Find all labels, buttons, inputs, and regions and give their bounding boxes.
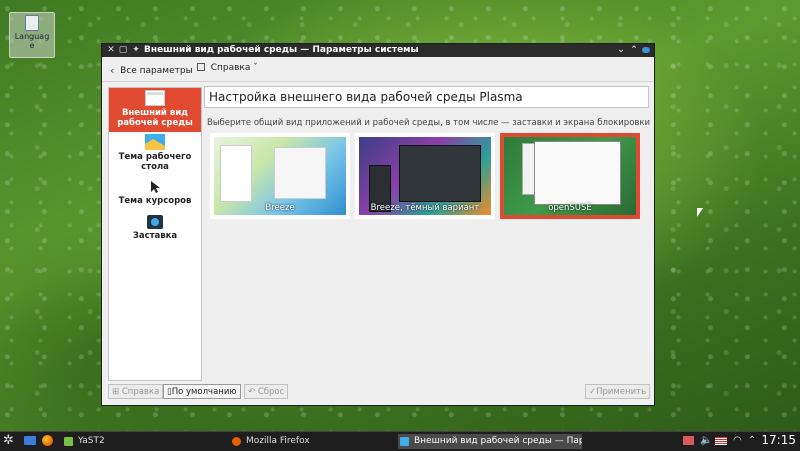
page-title: Настройка внешнего вида рабочей среды Pl… (204, 86, 649, 108)
help-button[interactable]: ⊞ Справка (108, 384, 164, 399)
back-button[interactable]: ‹ Все параметры (110, 63, 193, 77)
window-toolbar: ‹ Все параметры Справка ˇ (102, 57, 654, 82)
help-menu-button[interactable]: Справка ˇ (197, 63, 258, 73)
reset-button[interactable]: ↶ Сброс (244, 384, 289, 399)
help-button-label: Справка (121, 387, 160, 397)
reset-button-label: Сброс (257, 387, 285, 397)
yast-icon (64, 437, 73, 446)
sidebar-item-label: Тема рабочего стола (118, 152, 192, 172)
firefox-icon (232, 437, 241, 446)
splash-icon (147, 215, 163, 229)
mouse-cursor (697, 208, 703, 217)
theme-card-opensuse[interactable]: openSUSE (500, 133, 640, 219)
sidebar-item-cursor-theme[interactable]: Тема курсоров (109, 180, 201, 210)
chevron-down-icon: ˇ (253, 63, 258, 73)
task-label: Mozilla Firefox (246, 436, 310, 446)
desktop-theme-icon (145, 134, 165, 150)
apply-button[interactable]: ✓Применить (585, 384, 651, 399)
help-menu-label: Справка (210, 63, 251, 73)
theme-card-breeze[interactable]: Breeze (210, 133, 350, 219)
task-yast2[interactable]: YaST2 (62, 434, 238, 449)
task-system-settings[interactable]: Внешний вид рабочей среды — Пара (398, 434, 582, 449)
window-menu-icon[interactable]: ▢ (118, 45, 128, 55)
task-label: Внешний вид рабочей среды — Пара (414, 436, 582, 446)
toggle-icon[interactable] (642, 47, 650, 53)
clock[interactable]: 17:15 (761, 433, 796, 447)
pin-icon[interactable]: ✦ (131, 45, 141, 55)
clipboard-icon[interactable] (683, 436, 694, 445)
theme-name: Breeze, тёмный вариант (370, 203, 480, 213)
desktop-icon-label: Languag e (14, 32, 50, 50)
taskbar: ✲ YaST2 Mozilla Firefox Внешний вид рабо… (0, 431, 800, 451)
cursor-icon (151, 181, 160, 193)
document-icon (25, 15, 39, 31)
window-title: Внешний вид рабочей среды — Параметры си… (144, 45, 419, 55)
network-icon[interactable]: ◠ (733, 435, 742, 446)
task-label: YaST2 (78, 436, 105, 446)
task-firefox[interactable]: Mozilla Firefox (230, 434, 406, 449)
close-icon[interactable]: ✕ (106, 45, 116, 55)
defaults-button-label: По умолчанию (171, 387, 237, 397)
application-launcher-icon[interactable]: ✲ (3, 433, 14, 448)
expand-tray-icon[interactable]: ⌃ (748, 435, 756, 446)
window-titlebar[interactable]: ✕ ▢ ✦ Внешний вид рабочей среды — Параме… (102, 44, 654, 57)
maximize-icon[interactable]: ⌃ (629, 45, 639, 55)
sidebar-item-workspace-appearance[interactable]: Внешний вид рабочей среды (109, 88, 201, 132)
apply-button-label: Применить (596, 387, 647, 397)
theme-name: Breeze (265, 203, 295, 213)
dialog-button-bar: ⊞ Справка ▯По умолчанию ↶ Сброс ✓Примени… (102, 382, 654, 404)
sidebar-item-label: Тема курсоров (118, 196, 192, 206)
firefox-launcher-icon[interactable] (42, 435, 53, 446)
help-grid-icon: ⊞ (112, 387, 120, 397)
settings-icon (400, 437, 409, 446)
theme-card-breeze-dark[interactable]: Breeze, тёмный вариант (355, 133, 495, 219)
page-subtitle: Выберите общий вид приложений и рабочей … (207, 118, 651, 128)
system-settings-window: ✕ ▢ ✦ Внешний вид рабочей среды — Параме… (101, 43, 655, 406)
volume-icon[interactable]: 🔈 (700, 435, 712, 446)
mail-icon[interactable] (24, 436, 36, 445)
breeze-dark-preview-image: Breeze, тёмный вариант (359, 137, 491, 215)
help-grid-icon (197, 63, 205, 71)
language-desktop-icon[interactable]: Languag e (9, 12, 55, 58)
chevron-left-icon: ‹ (110, 64, 115, 77)
undo-icon: ↶ (248, 387, 256, 397)
sidebar-item-label: Заставка (132, 231, 178, 241)
sidebar-item-desktop-theme[interactable]: Тема рабочего стола (109, 134, 201, 174)
category-sidebar: Внешний вид рабочей среды Тема рабочего … (108, 87, 202, 381)
keyboard-layout-flag-icon[interactable] (715, 437, 727, 445)
breeze-preview-image: Breeze (214, 137, 346, 215)
sidebar-item-splash[interactable]: Заставка (109, 215, 201, 245)
back-button-label: Все параметры (120, 66, 193, 76)
opensuse-preview-image: openSUSE (504, 137, 636, 215)
sidebar-item-label: Внешний вид рабочей среды (117, 108, 193, 128)
appearance-icon (145, 90, 165, 106)
theme-name: openSUSE (548, 203, 592, 213)
minimize-icon[interactable]: ⌄ (616, 45, 626, 55)
defaults-button[interactable]: ▯По умолчанию (163, 384, 241, 399)
